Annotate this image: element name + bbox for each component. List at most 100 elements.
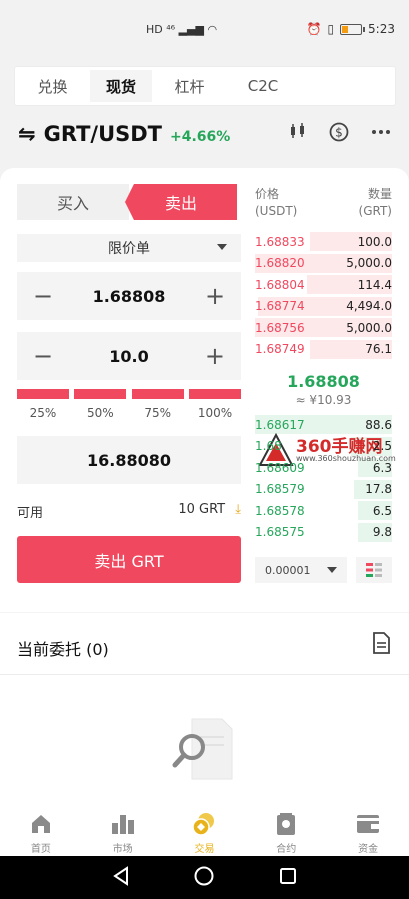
bid-qty: 17.8 — [365, 482, 392, 496]
system-nav-bar — [0, 856, 409, 899]
bid-row[interactable]: 1.68579 17.8 — [255, 479, 392, 500]
wallet-icon — [356, 810, 380, 838]
nav-trade[interactable]: 交易 — [174, 810, 234, 855]
bid-row[interactable]: 1.68578 6.5 — [255, 500, 392, 521]
tab-exchange[interactable]: 兑换 — [19, 70, 86, 102]
bid-price: 1.68617 — [255, 417, 305, 432]
chart-icon[interactable] — [289, 122, 307, 147]
depth-precision-value: 0.00001 — [265, 563, 311, 577]
price-input[interactable]: 1.68808 — [93, 287, 166, 306]
signal-icon: ▂▄▆ — [178, 23, 204, 36]
tab-spot[interactable]: 现货 — [90, 70, 152, 102]
available-value: 10 GRT — [178, 502, 226, 517]
mid-price-cny: ≈ ¥10.93 — [295, 393, 352, 407]
ask-price: 1.68804 — [255, 277, 305, 292]
ask-qty: 114.4 — [357, 277, 392, 292]
alarm-icon: ⏰ — [306, 22, 322, 36]
nav-market[interactable]: 市场 — [93, 810, 153, 855]
orderbook-layout-button[interactable] — [356, 557, 392, 583]
bid-row[interactable]: 1.68575 9.8 — [255, 522, 392, 543]
depth-precision-select[interactable]: 0.00001 — [255, 557, 347, 583]
empty-orders-illustration — [170, 715, 240, 789]
amount-increase-button[interactable]: + — [203, 342, 227, 370]
ask-price: 1.68774 — [255, 299, 305, 313]
home-circle-icon[interactable] — [193, 865, 215, 891]
sell-submit-button[interactable]: 卖出 GRT — [17, 536, 241, 583]
bid-price: 1.68579 — [255, 482, 305, 496]
pair-symbol: GRT/USDT — [43, 122, 163, 146]
ask-row[interactable]: 1.68756 5,000.0 — [255, 317, 392, 338]
sell-tab[interactable]: 卖出 — [125, 184, 237, 220]
percent-100-label[interactable]: 100% — [189, 406, 241, 420]
nav-assets[interactable]: 资金 — [338, 810, 398, 855]
bid-qty: 6.3 — [372, 460, 392, 475]
percent-25-label[interactable]: 25% — [17, 406, 69, 420]
price-column-unit: (USDT) — [255, 204, 298, 218]
dollar-circle-icon[interactable]: $ — [329, 122, 349, 147]
header-actions: $ — [289, 122, 391, 147]
ask-qty: 100.0 — [357, 234, 392, 249]
trade-icon — [192, 810, 216, 838]
amount-decrease-button[interactable]: − — [31, 342, 55, 370]
vibrate-icon: ▯ — [327, 22, 335, 36]
back-icon[interactable] — [112, 865, 130, 890]
svg-text:$: $ — [335, 126, 343, 140]
transfer-in-icon[interactable]: ⤓ — [235, 502, 241, 517]
price-increase-button[interactable]: + — [203, 282, 227, 310]
nav-home[interactable]: 首页 — [11, 810, 71, 855]
empty-document-search-icon — [172, 718, 233, 780]
ask-row[interactable]: 1.68804 114.4 — [255, 274, 392, 295]
status-bar: HD ⁴⁶ ▂▄▆ ◠ ⏰ ▯ 5:23 — [0, 0, 409, 58]
nav-assets-label: 资金 — [358, 844, 379, 855]
total-field[interactable]: 16.88080 — [17, 436, 241, 484]
open-orders-title: 当前委托 (0) — [17, 640, 109, 659]
price-stepper: − 1.68808 + — [17, 272, 241, 320]
ask-row[interactable]: 1.68820 5,000.0 — [255, 253, 392, 274]
recents-icon[interactable] — [279, 867, 297, 889]
mid-price-block: 1.68808 ≈ ¥10.93 — [255, 372, 392, 407]
caret-down-icon — [217, 244, 227, 250]
ask-price: 1.68820 — [255, 256, 305, 270]
pair-header[interactable]: ⇋ GRT/USDT +4.66% — [18, 122, 230, 146]
ask-row[interactable]: 1.68749 76.1 — [255, 339, 392, 360]
ask-price: 1.68756 — [255, 320, 305, 335]
tab-c2c[interactable]: C2C — [223, 70, 303, 102]
bid-price: 1.68575 — [255, 525, 305, 539]
qty-column-unit: (GRT) — [358, 204, 392, 218]
bid-price: 1.68578 — [255, 503, 305, 518]
order-history-icon[interactable] — [372, 632, 390, 658]
ask-row[interactable]: 1.68833 100.0 — [255, 231, 392, 252]
more-icon[interactable] — [371, 122, 391, 147]
percent-75-label[interactable]: 75% — [132, 406, 184, 420]
ask-qty: 4,494.0 — [346, 299, 392, 313]
ask-row[interactable]: 1.68774 4,494.0 — [255, 296, 392, 317]
percent-50-label[interactable]: 50% — [74, 406, 126, 420]
buy-tab[interactable]: 买入 — [17, 184, 129, 220]
bid-qty: 2.5 — [372, 439, 392, 453]
percent-100-bar[interactable] — [188, 389, 241, 399]
ask-qty: 76.1 — [365, 342, 392, 356]
futures-icon — [275, 810, 297, 838]
nav-futures-label: 合约 — [276, 844, 297, 855]
percent-25-bar[interactable] — [17, 389, 69, 399]
amount-stepper: − 10.0 + — [17, 332, 241, 380]
amount-input[interactable]: 10.0 — [109, 347, 148, 366]
market-type-tabs: 兑换 现货 杠杆 C2C — [14, 66, 396, 106]
order-type-select[interactable]: 限价单 — [17, 234, 241, 262]
percent-50-bar[interactable] — [74, 389, 127, 399]
status-right: ⏰ ▯ 5:23 — [306, 22, 395, 36]
wifi-icon: ◠ — [207, 23, 218, 36]
ask-price: 1.68749 — [255, 342, 305, 356]
percent-75-bar[interactable] — [131, 389, 184, 399]
nav-futures[interactable]: 合约 — [256, 810, 316, 855]
nav-home-label: 首页 — [30, 844, 51, 855]
price-change: +4.66% — [170, 129, 231, 145]
price-decrease-button[interactable]: − — [31, 282, 55, 310]
ask-price: 1.68833 — [255, 234, 305, 249]
percent-labels: 25% 50% 75% 100% — [17, 406, 241, 420]
tab-margin[interactable]: 杠杆 — [156, 70, 223, 102]
ask-qty: 5,000.0 — [346, 256, 392, 270]
layout-icon — [366, 563, 382, 577]
nav-trade-label: 交易 — [194, 844, 215, 855]
nav-market-label: 市场 — [112, 844, 133, 855]
